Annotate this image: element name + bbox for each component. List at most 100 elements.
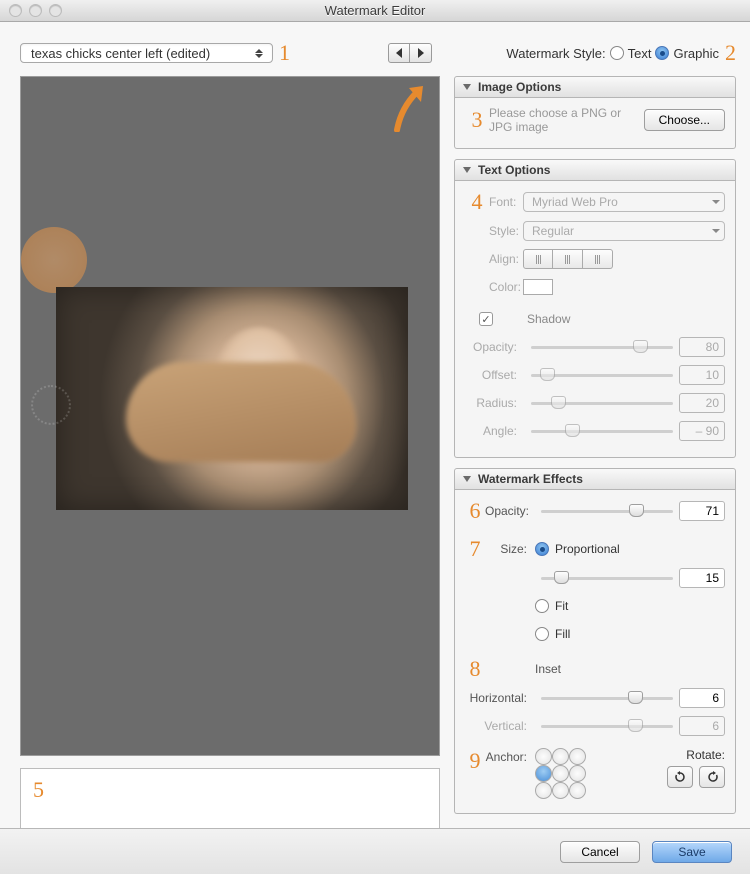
annotation-1: 1	[279, 40, 290, 66]
watermark-overlay-large	[21, 227, 87, 293]
annotation-6: 6	[465, 498, 485, 524]
watermark-effects-header[interactable]: Watermark Effects	[454, 468, 736, 490]
style-graphic-radio[interactable]	[655, 46, 669, 60]
rotate-ccw-icon	[706, 771, 719, 784]
preview-canvas[interactable]	[20, 76, 440, 756]
size-fit-radio[interactable]	[535, 599, 549, 613]
shadow-opacity-label: Opacity:	[465, 340, 525, 354]
color-label: Color:	[489, 280, 523, 294]
watermark-effects-title: Watermark Effects	[478, 472, 583, 486]
effects-opacity-slider[interactable]	[541, 502, 673, 520]
size-fit-label: Fit	[555, 599, 568, 613]
inset-horizontal-value[interactable]	[679, 688, 725, 708]
prev-button[interactable]	[388, 43, 410, 63]
chevron-right-icon	[418, 48, 424, 58]
anchor-bc[interactable]	[552, 782, 569, 799]
style-label: Style:	[489, 224, 523, 238]
image-options-header[interactable]: Image Options	[454, 76, 736, 98]
size-proportional-label: Proportional	[555, 542, 620, 556]
chevron-left-icon	[396, 48, 402, 58]
disclosure-icon	[463, 84, 471, 90]
shadow-label: Shadow	[527, 312, 570, 326]
annotation-8: 8	[465, 656, 485, 682]
anchor-mc[interactable]	[552, 765, 569, 782]
anchor-grid	[535, 748, 586, 799]
annotation-2: 2	[725, 40, 736, 66]
choose-button[interactable]: Choose...	[644, 109, 725, 131]
shadow-angle-label: Angle:	[465, 424, 525, 438]
inset-vertical-slider[interactable]	[541, 717, 673, 735]
shadow-opacity-slider[interactable]	[531, 338, 673, 356]
align-label: Align:	[489, 252, 523, 266]
top-toolbar: texas chicks center left (edited) 1 Wate…	[0, 22, 750, 76]
align-left-button[interactable]	[523, 249, 553, 269]
rotate-ccw-button[interactable]	[699, 766, 725, 788]
text-input-area[interactable]: 5	[20, 768, 440, 833]
shadow-radius-slider[interactable]	[531, 394, 673, 412]
shadow-offset-value[interactable]	[679, 365, 725, 385]
font-select[interactable]: Myriad Web Pro	[523, 192, 725, 212]
size-fill-label: Fill	[555, 627, 570, 641]
image-options-title: Image Options	[478, 80, 561, 94]
shadow-radius-label: Radius:	[465, 396, 525, 410]
anchor-tc[interactable]	[552, 748, 569, 765]
style-graphic-label: Graphic	[673, 46, 719, 61]
shadow-radius-value[interactable]	[679, 393, 725, 413]
watermark-style-group: Watermark Style: Text Graphic 2	[506, 40, 736, 66]
select-stepper-icon	[255, 45, 269, 61]
annotation-9: 9	[465, 748, 485, 774]
chevron-down-icon	[712, 200, 720, 204]
shadow-offset-slider[interactable]	[531, 366, 673, 384]
rotate-label: Rotate:	[667, 748, 725, 762]
anchor-ml[interactable]	[535, 765, 552, 782]
anchor-tr[interactable]	[569, 748, 586, 765]
inset-vertical-value[interactable]	[679, 716, 725, 736]
shadow-offset-label: Offset:	[465, 368, 525, 382]
window-titlebar: Watermark Editor	[0, 0, 750, 22]
anchor-mr[interactable]	[569, 765, 586, 782]
anchor-bl[interactable]	[535, 782, 552, 799]
annotation-7: 7	[465, 536, 485, 562]
annotation-3: 3	[465, 107, 489, 133]
size-label: Size:	[485, 542, 535, 556]
align-center-button[interactable]	[553, 249, 583, 269]
anchor-br[interactable]	[569, 782, 586, 799]
preset-select[interactable]: texas chicks center left (edited)	[20, 43, 273, 63]
dialog-footer: Cancel Save	[0, 828, 750, 874]
align-right-button[interactable]	[583, 249, 613, 269]
size-slider[interactable]	[541, 569, 673, 587]
rotate-cw-button[interactable]	[667, 766, 693, 788]
color-swatch[interactable]	[523, 279, 553, 295]
inset-horizontal-slider[interactable]	[541, 689, 673, 707]
nav-arrows	[388, 43, 432, 63]
alignment-buttons	[523, 249, 613, 269]
inset-horizontal-label: Horizontal:	[465, 691, 535, 705]
disclosure-icon	[463, 476, 471, 482]
text-options-panel: 4 Font: Myriad Web Pro Style: Regular Al…	[454, 181, 736, 458]
shadow-opacity-value[interactable]	[679, 337, 725, 357]
cancel-button[interactable]: Cancel	[560, 841, 640, 863]
effects-opacity-label: Opacity:	[485, 504, 535, 518]
effects-opacity-value[interactable]	[679, 501, 725, 521]
shadow-angle-value[interactable]	[679, 421, 725, 441]
annotation-arrow-icon	[387, 82, 427, 132]
size-fill-radio[interactable]	[535, 627, 549, 641]
size-value[interactable]	[679, 568, 725, 588]
font-style-select[interactable]: Regular	[523, 221, 725, 241]
style-text-radio[interactable]	[610, 46, 624, 60]
size-proportional-radio[interactable]	[535, 542, 549, 556]
image-options-hint: Please choose a PNG or JPG image	[489, 106, 644, 134]
save-button[interactable]: Save	[652, 841, 732, 863]
style-text-label: Text	[628, 46, 652, 61]
text-options-title: Text Options	[478, 163, 550, 177]
shadow-angle-slider[interactable]	[531, 422, 673, 440]
rotate-cw-icon	[674, 771, 687, 784]
annotation-5: 5	[33, 777, 44, 802]
shadow-checkbox[interactable]	[479, 312, 493, 326]
watermark-overlay-small	[31, 385, 71, 425]
anchor-tl[interactable]	[535, 748, 552, 765]
font-label: Font:	[489, 195, 523, 209]
next-button[interactable]	[410, 43, 432, 63]
text-options-header[interactable]: Text Options	[454, 159, 736, 181]
preset-select-value: texas chicks center left (edited)	[31, 46, 210, 61]
